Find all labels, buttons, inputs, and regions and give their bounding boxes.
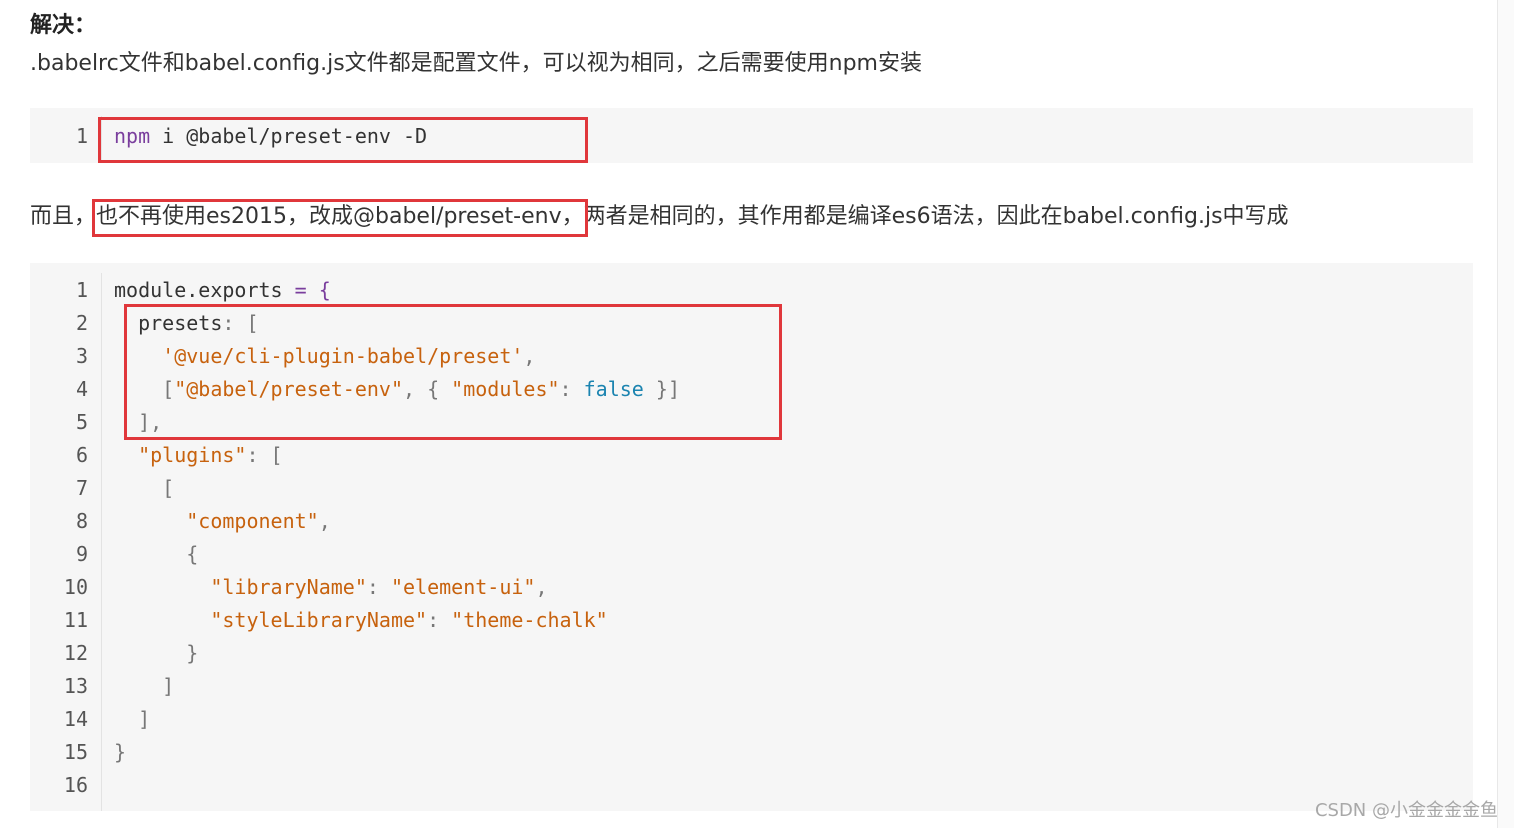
code-token: "@babel/preset-env" [174, 377, 403, 401]
code-line: ["@babel/preset-env", { "modules": false… [114, 373, 680, 406]
code-token: "component" [114, 509, 319, 533]
code-token: "libraryName" [114, 575, 367, 599]
code-line: "styleLibraryName": "theme-chalk" [114, 604, 608, 637]
line-number: 1 [75, 278, 88, 302]
install-code-block: 1 npm i @babel/preset-env -D [30, 108, 1473, 163]
code-token: , [318, 509, 331, 533]
code-token: ] [114, 707, 151, 731]
code-token: { [114, 542, 199, 566]
npm-args: i @babel/preset-env -D [150, 124, 428, 148]
line-number: 10 [63, 575, 88, 599]
code-token: "styleLibraryName" [114, 608, 428, 632]
highlighted-text: 也不再使用es2015，改成@babel/preset-env， [96, 204, 584, 229]
code-line: "plugins": [ [114, 439, 283, 472]
code-token: : [366, 575, 391, 599]
section-heading: 解决： [30, 13, 97, 38]
code-token: = { [294, 278, 331, 302]
line-numbers: 1 [30, 108, 100, 163]
line-number: 14 [63, 707, 88, 731]
code-line: ] [114, 703, 150, 736]
code-token: [ [114, 476, 175, 500]
code-content: module.exports = { presets: [ '@vue/cli-… [114, 263, 680, 764]
line-number: 4 [75, 377, 88, 401]
line-number: 9 [75, 542, 88, 566]
code-token: "theme-chalk" [451, 608, 608, 632]
code-line: "libraryName": "element-ui", [114, 571, 548, 604]
line-numbers: 1 2 3 4 5 6 7 8 9 10 11 12 13 14 15 16 [30, 263, 100, 811]
code-token: module.exports [114, 278, 295, 302]
paragraph-suffix: 两者是相同的，其作用都是编译es6语法，因此在babel.config.js中写… [583, 204, 1289, 229]
code-token: : [559, 377, 584, 401]
code-token: : [427, 608, 452, 632]
line-number: 6 [75, 443, 88, 467]
explanation-paragraph: 而且，也不再使用es2015，改成@babel/preset-env，两者是相同… [30, 201, 1289, 233]
code-token: } [114, 641, 199, 665]
code-token: '@vue/cli-plugin-babel/preset' [114, 344, 524, 368]
code-token: presets [114, 311, 223, 335]
gutter-divider [101, 273, 102, 811]
gutter-divider [101, 116, 102, 163]
line-number: 3 [75, 344, 88, 368]
code-token: }] [643, 377, 680, 401]
code-token: : [ [222, 311, 259, 335]
code-token: , [523, 344, 536, 368]
code-content: npm i @babel/preset-env -D [114, 108, 427, 180]
line-number: 16 [63, 773, 88, 797]
code-line: presets: [ [114, 307, 259, 340]
code-line: ] [114, 670, 174, 703]
code-token: , { [403, 377, 452, 401]
code-line: "component", [114, 505, 331, 538]
code-token: } [114, 740, 127, 764]
line-number: 8 [75, 509, 88, 533]
code-line: npm i @babel/preset-env -D [114, 120, 427, 153]
line-number: 13 [63, 674, 88, 698]
code-token: false [583, 377, 644, 401]
page-scrollbar[interactable] [1497, 0, 1514, 828]
line-number: 12 [63, 641, 88, 665]
intro-paragraph: .babelrc文件和babel.config.js文件都是配置文件，可以视为相… [30, 51, 922, 76]
code-line: [ [114, 472, 174, 505]
code-token: : [ [246, 443, 283, 467]
code-token: [ [114, 377, 175, 401]
code-token: "plugins" [114, 443, 247, 467]
config-code-block: 1 2 3 4 5 6 7 8 9 10 11 12 13 14 15 16 m… [30, 263, 1473, 811]
line-number: 1 [75, 124, 88, 148]
code-line: '@vue/cli-plugin-babel/preset', [114, 340, 535, 373]
code-token: ], [114, 410, 163, 434]
watermark: CSDN @小金金金金鱼 [1314, 800, 1498, 821]
code-line: module.exports = { [114, 274, 331, 307]
line-number: 2 [75, 311, 88, 335]
line-number: 7 [75, 476, 88, 500]
code-line: } [114, 736, 126, 769]
code-token: , [535, 575, 548, 599]
code-token: "element-ui" [390, 575, 536, 599]
code-line: ], [114, 406, 162, 439]
line-number: 5 [75, 410, 88, 434]
line-number: 11 [63, 608, 88, 632]
code-line: { [114, 538, 198, 571]
paragraph-prefix: 而且， [30, 204, 97, 229]
code-token: "modules" [451, 377, 560, 401]
code-line: } [114, 637, 198, 670]
npm-keyword: npm [114, 124, 151, 148]
line-number: 15 [63, 740, 88, 764]
code-token: ] [114, 674, 175, 698]
